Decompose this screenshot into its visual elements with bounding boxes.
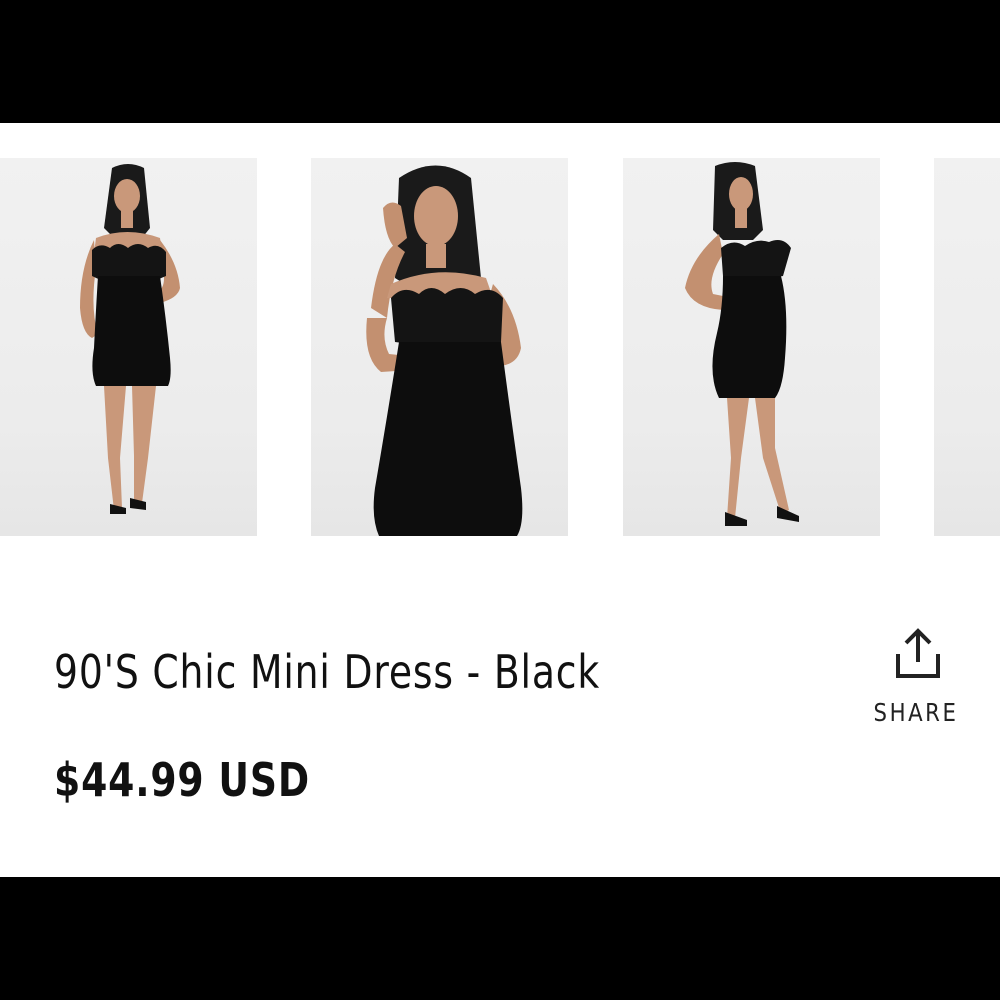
product-photo-side[interactable] (623, 158, 880, 536)
product-page: 90'S Chic Mini Dress - Black $44.99 USD … (0, 123, 1000, 877)
share-icon (896, 628, 940, 678)
product-photo-front[interactable] (0, 158, 257, 536)
model-front-illustration (80, 164, 180, 514)
model-side-illustration (685, 162, 799, 526)
share-button[interactable]: SHARE (866, 628, 966, 738)
product-photo-next[interactable] (934, 158, 1000, 536)
letterbox-top (0, 0, 1000, 123)
share-label: SHARE (873, 698, 959, 727)
product-price: $44.99 USD (54, 753, 311, 807)
model-closeup-illustration (366, 165, 523, 536)
product-photo-closeup[interactable] (311, 158, 568, 536)
letterbox-bottom (0, 877, 1000, 1000)
product-image-carousel[interactable] (0, 158, 1000, 536)
product-title: 90'S Chic Mini Dress - Black (54, 645, 601, 699)
